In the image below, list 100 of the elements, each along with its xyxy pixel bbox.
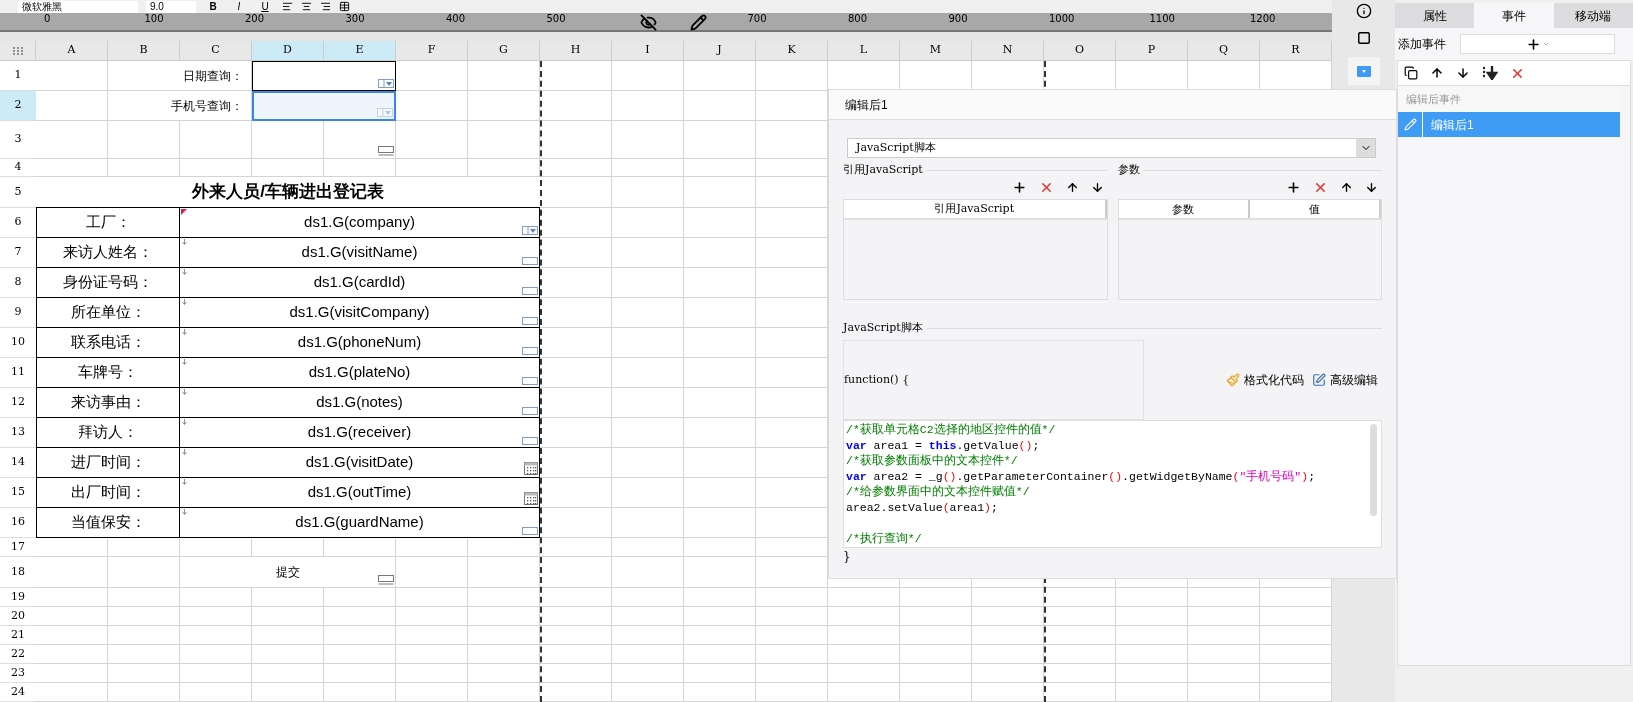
column-header[interactable]: C: [180, 41, 252, 61]
section-title: 参数: [1117, 161, 1140, 178]
down-arrow-icon: [182, 329, 187, 335]
section-title: JavaScript脚本: [843, 319, 923, 336]
sheet-cell: [1260, 664, 1332, 683]
down-arrow-icon: [182, 299, 187, 305]
panel-tab[interactable]: 事件: [1474, 3, 1554, 28]
text-style-button[interactable]: U: [256, 1, 274, 12]
script-type-select[interactable]: JavaScript脚本: [847, 138, 1376, 158]
copy-icon[interactable]: [1404, 66, 1418, 80]
section-title: 引用JavaScript: [843, 161, 923, 178]
font-select[interactable]: 微软雅黑: [18, 0, 138, 13]
add-icon[interactable]: [1286, 179, 1301, 195]
sheet-cell: [108, 683, 180, 702]
sheet-cell: [612, 664, 684, 683]
column-header[interactable]: Q: [1188, 41, 1260, 61]
info-icon[interactable]: [1355, 3, 1372, 19]
square-icon[interactable]: [1356, 31, 1371, 45]
eye-slash-icon[interactable]: [640, 14, 657, 31]
column-header[interactable]: I: [612, 41, 684, 61]
align-left-icon[interactable]: [282, 1, 293, 12]
code-line: /*获取参数面板中的文本控件*/: [846, 453, 1018, 469]
move-up-icon[interactable]: [1430, 66, 1444, 80]
advanced-edit-button[interactable]: 高级编辑: [1312, 371, 1378, 389]
column-header[interactable]: F: [396, 41, 468, 61]
column-header[interactable]: A: [36, 41, 108, 61]
sheet-cell: [108, 607, 180, 626]
table-header: 引用JavaScript: [844, 200, 1107, 218]
sheet-cell: [540, 328, 612, 358]
move-up-icon[interactable]: [1065, 180, 1079, 194]
move-down-icon[interactable]: [1090, 180, 1104, 194]
move-down-icon[interactable]: [1456, 66, 1470, 80]
sheet-cell: [1116, 626, 1188, 645]
move-down-icon[interactable]: [1365, 180, 1378, 194]
sheet-cell: [1260, 683, 1332, 702]
panel-tab[interactable]: 移动端: [1553, 3, 1633, 28]
function-signature: function() {: [844, 371, 910, 388]
sheet-cell: [972, 607, 1044, 626]
sheet-cell: [900, 645, 972, 664]
table-icon[interactable]: [339, 1, 350, 12]
column-header[interactable]: R: [1260, 41, 1332, 61]
select-all-corner[interactable]: [0, 41, 36, 61]
panel-tab[interactable]: 属性: [1395, 3, 1475, 28]
column-header[interactable]: K: [756, 41, 828, 61]
sheet-cell: [612, 328, 684, 358]
query-field[interactable]: [252, 61, 396, 91]
column-header[interactable]: L: [828, 41, 900, 61]
sheet-cell: [684, 645, 756, 664]
sheet-cell: [612, 91, 684, 121]
column-header[interactable]: H: [540, 41, 612, 61]
align-right-icon[interactable]: [320, 1, 331, 12]
query-field[interactable]: [252, 91, 396, 121]
text-style-button[interactable]: I: [230, 1, 248, 12]
ruler-label: 300: [345, 14, 365, 24]
text-style-button[interactable]: B: [204, 1, 222, 12]
sheet-cell: [684, 538, 756, 557]
row-header[interactable]: 4: [0, 159, 36, 177]
sheet-cell: [252, 538, 324, 557]
move-to-bottom-icon[interactable]: [1482, 66, 1498, 80]
form-label: 车牌号：: [36, 358, 180, 388]
column-header[interactable]: J: [684, 41, 756, 61]
sheet-cell: [684, 508, 756, 538]
sheet-cell: [612, 208, 684, 238]
sheet-cell: [684, 177, 756, 208]
column-header[interactable]: P: [1116, 41, 1188, 61]
column-header[interactable]: B: [108, 41, 180, 61]
sheet-cell: [36, 557, 108, 588]
scrollbar-thumb[interactable]: [1370, 424, 1377, 516]
move-up-icon[interactable]: [1340, 180, 1353, 194]
column-header[interactable]: G: [468, 41, 540, 61]
sheet-cell: [540, 538, 612, 557]
column-header[interactable]: N: [972, 41, 1044, 61]
sheet-cell: [252, 626, 324, 645]
sheet-cell: [684, 418, 756, 448]
sheet-cell: [540, 159, 612, 177]
add-icon[interactable]: [1011, 179, 1027, 195]
sheet-cell: [108, 588, 180, 607]
column-header[interactable]: E: [324, 41, 396, 61]
sheet-cell: [180, 664, 252, 683]
row-header[interactable]: 2: [0, 91, 36, 121]
sheet-cell: [612, 358, 684, 388]
font-size-select[interactable]: 9.0: [146, 0, 196, 13]
sheet-cell: [612, 626, 684, 645]
dropdown-widget-icon[interactable]: [1356, 65, 1371, 77]
sheet-cell: [612, 557, 684, 588]
table-header: 参数: [1118, 200, 1250, 218]
sheet-cell: [396, 538, 468, 557]
sheet-cell: [180, 626, 252, 645]
sheet-cell: [180, 683, 252, 702]
query-label: 手机号查询：: [108, 91, 252, 121]
column-header[interactable]: D: [252, 41, 324, 61]
align-center-icon[interactable]: [301, 1, 312, 12]
sheet-cell: [684, 626, 756, 645]
pencil-icon[interactable]: [690, 14, 707, 31]
column-header[interactable]: M: [900, 41, 972, 61]
code-editor[interactable]: /*获取单元格C2选择的地区控件的值*/ var area1 = this.getValue(); /*获取参数面板中的文本控件*/ var area2 = _g().getParameterContainer().getWidgetByName("手机号码"); /*给参数界面中的文本控件赋值*/ area2.setValue(area1); /*执行查询*/: [843, 420, 1382, 548]
column-header[interactable]: O: [1044, 41, 1116, 61]
sheet-cell: [468, 159, 540, 177]
sheet-cell: [396, 683, 468, 702]
format-code-button[interactable]: 格式化代码: [1226, 371, 1304, 389]
